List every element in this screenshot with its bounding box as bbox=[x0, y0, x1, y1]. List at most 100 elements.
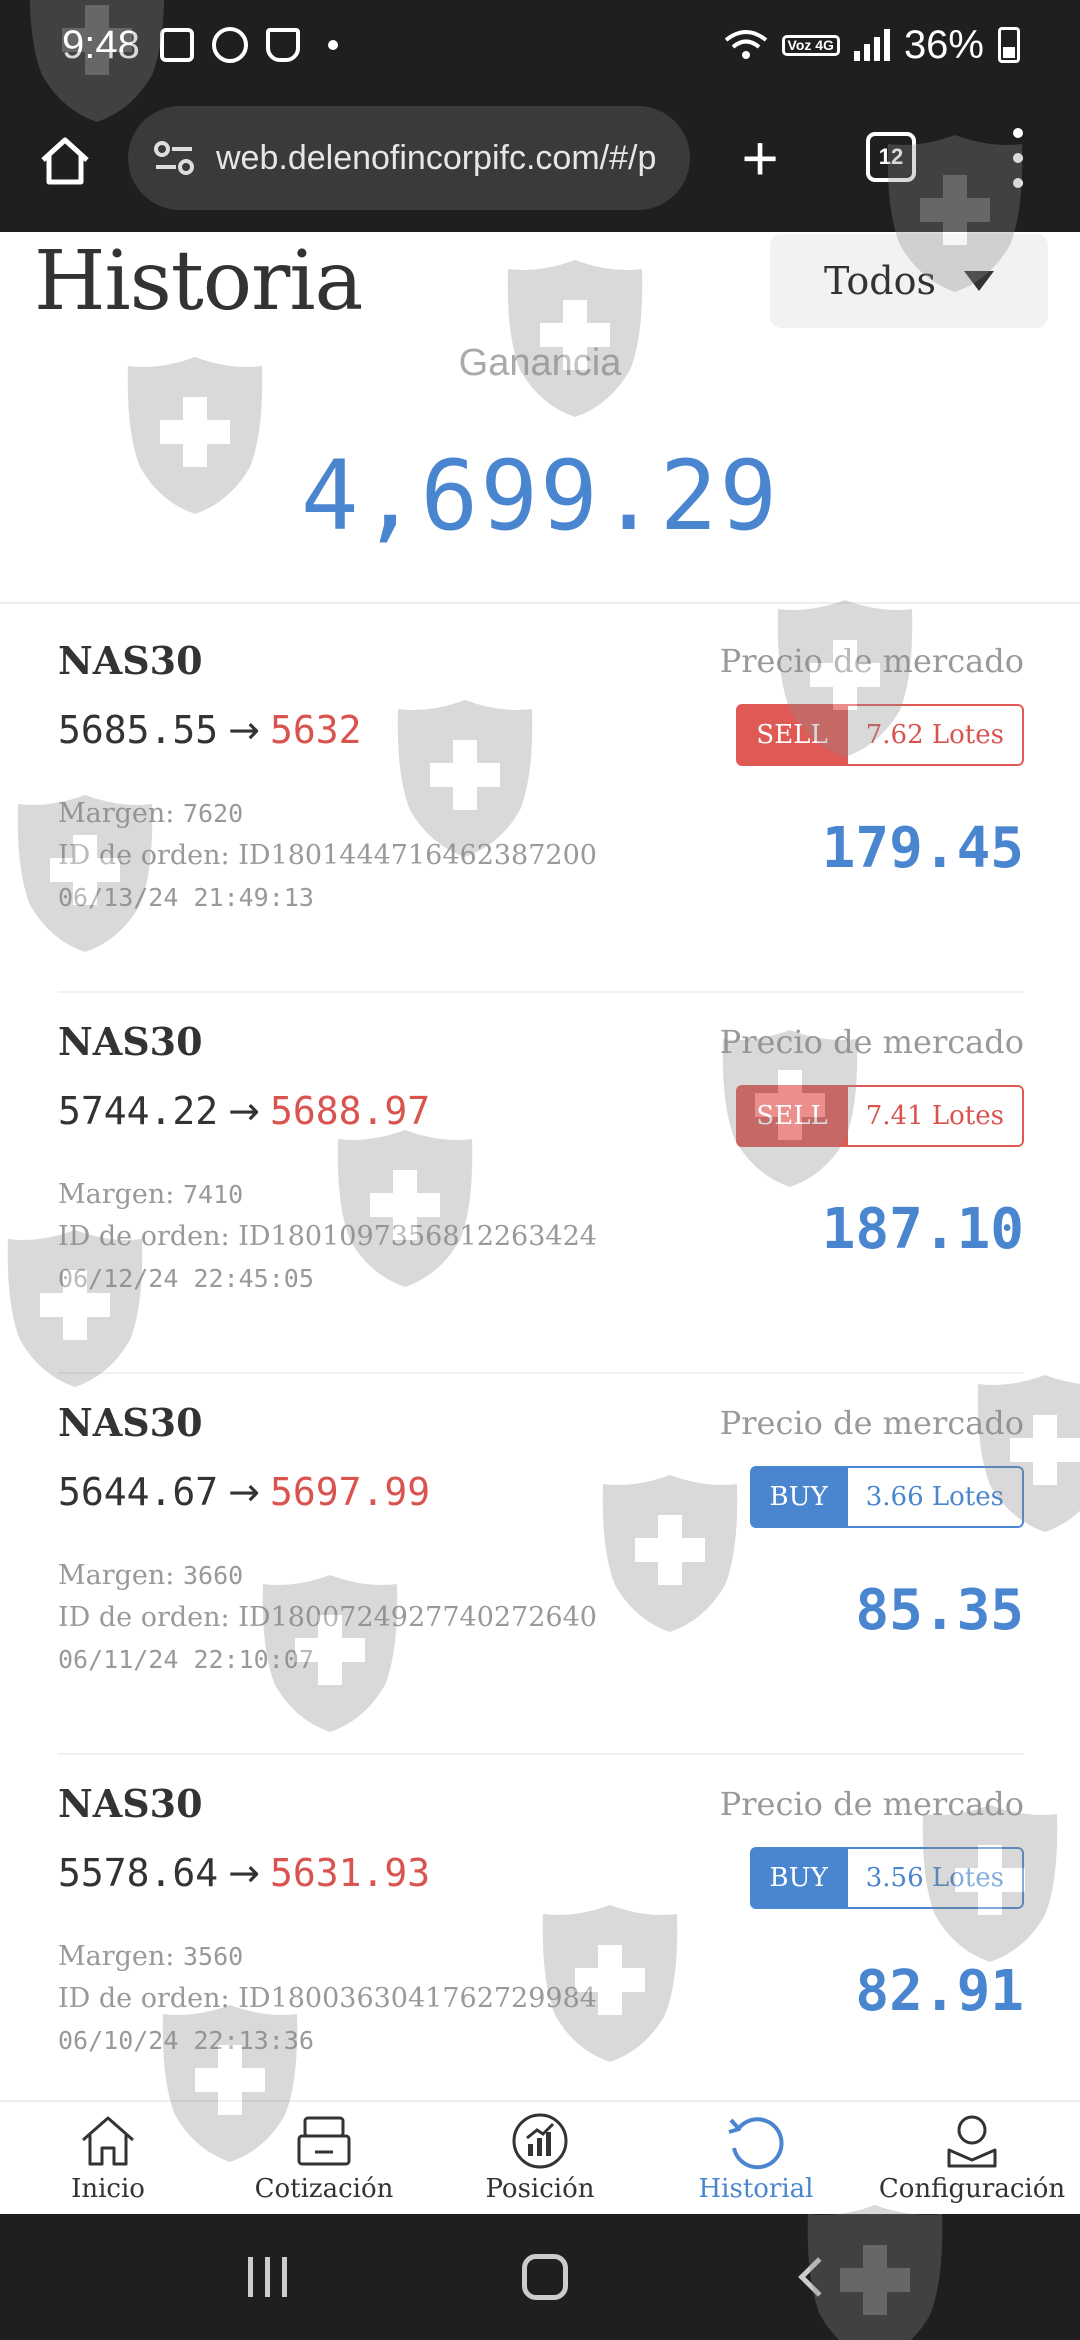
order-prices: 5685.55 → 5632 bbox=[58, 708, 362, 752]
open-price: 5744.22 bbox=[58, 1089, 219, 1133]
profit-label: Ganancia bbox=[458, 342, 622, 384]
site-settings-icon[interactable] bbox=[152, 138, 196, 178]
arrow-right-icon: → bbox=[228, 708, 260, 752]
order-card[interactable]: NAS30 Precio de mercado 5685.55 → 5632 SEL… bbox=[58, 612, 1024, 993]
side-label: SELL bbox=[736, 704, 848, 766]
system-nav-bar bbox=[0, 2214, 1080, 2340]
order-symbol: NAS30 bbox=[58, 1781, 203, 1826]
wifi-icon bbox=[724, 30, 767, 59]
order-symbol: NAS30 bbox=[58, 1019, 203, 1064]
order-id: ID1801097356812263424 bbox=[238, 1221, 597, 1252]
gallery-icon bbox=[159, 28, 194, 62]
margin-row: Margen: 3660 bbox=[58, 1560, 244, 1591]
order-pnl: 179.45 bbox=[821, 816, 1024, 881]
lots-label: 7.62 Lotes bbox=[847, 704, 1024, 766]
arrow-right-icon: → bbox=[228, 1470, 260, 1514]
bottom-nav: Inicio Cotización Posición Historial Con… bbox=[0, 2100, 1080, 2214]
order-datetime: 06/13/24 21:49:13 bbox=[58, 883, 314, 912]
order-type-label: Precio de mercado bbox=[719, 1785, 1024, 1823]
side-label: BUY bbox=[749, 1466, 848, 1528]
battery-percent: 36% bbox=[903, 22, 984, 67]
arrow-right-icon: → bbox=[228, 1851, 260, 1895]
order-card[interactable]: NAS30 Precio de mercado 5744.22 → 5688.97 … bbox=[58, 993, 1024, 1374]
order-prices: 5644.67 → 5697.99 bbox=[58, 1470, 430, 1514]
page-title: Historia bbox=[34, 234, 363, 329]
nav-item-posicion[interactable]: Posición bbox=[432, 2102, 648, 2214]
address-bar[interactable]: web.delenofincorpifc.com/#/p bbox=[128, 106, 690, 210]
caret-down-icon bbox=[963, 271, 994, 291]
battery-icon bbox=[998, 27, 1020, 63]
nav-label: Inicio bbox=[71, 2174, 145, 2204]
order-id-row: ID de orden: ID1800363041762729984 bbox=[58, 1983, 597, 2014]
home-icon bbox=[82, 2116, 134, 2166]
system-back-button[interactable] bbox=[798, 2257, 838, 2297]
order-id: ID1800724927740272640 bbox=[238, 1602, 597, 1633]
side-badge: SELL 7.62 Lotes bbox=[736, 704, 1024, 766]
tab-switcher-button[interactable]: 12 bbox=[866, 132, 916, 182]
order-type-label: Precio de mercado bbox=[719, 1023, 1024, 1061]
side-label: SELL bbox=[736, 1085, 848, 1147]
lots-label: 7.41 Lotes bbox=[847, 1085, 1024, 1147]
side-badge: BUY 3.66 Lotes bbox=[749, 1466, 1024, 1528]
notification-icons bbox=[159, 27, 338, 63]
lots-label: 3.66 Lotes bbox=[847, 1466, 1024, 1528]
nav-item-cotizacion[interactable]: Cotización bbox=[216, 2102, 432, 2214]
nav-label: Posición bbox=[485, 2174, 595, 2204]
status-time: 9:48 bbox=[62, 22, 140, 67]
order-id: ID1801444716462387200 bbox=[238, 840, 597, 871]
filter-dropdown[interactable]: Todos bbox=[770, 234, 1048, 328]
order-card[interactable]: NAS30 Precio de mercado 5578.64 → 5631.93 … bbox=[58, 1755, 1024, 2100]
new-tab-button[interactable]: + bbox=[730, 118, 790, 198]
lots-label: 3.56 Lotes bbox=[847, 1847, 1024, 1909]
order-pnl: 85.35 bbox=[855, 1578, 1024, 1643]
history-page: Historia Todos Ganancia 4,699.29 NAS30 P… bbox=[0, 232, 1080, 2100]
order-prices: 5578.64 → 5631.93 bbox=[58, 1851, 430, 1895]
order-datetime: 06/11/24 22:10:07 bbox=[58, 1645, 314, 1674]
open-price: 5578.64 bbox=[58, 1851, 219, 1895]
side-badge: SELL 7.41 Lotes bbox=[736, 1085, 1024, 1147]
order-symbol: NAS30 bbox=[58, 638, 203, 683]
register-icon bbox=[297, 2116, 351, 2166]
order-symbol: NAS30 bbox=[58, 1400, 203, 1445]
margin-row: Margen: 3560 bbox=[58, 1941, 244, 1972]
url-text[interactable]: web.delenofincorpifc.com/#/p bbox=[216, 139, 656, 178]
close-price: 5697.99 bbox=[270, 1470, 431, 1514]
order-type-label: Precio de mercado bbox=[719, 642, 1024, 680]
order-pnl: 187.10 bbox=[821, 1197, 1024, 1262]
recent-apps-button[interactable] bbox=[247, 2257, 287, 2297]
status-bar: 9:48 Voz 4G 36% bbox=[0, 0, 1080, 90]
margin-row: Margen: 7620 bbox=[58, 798, 244, 829]
order-id-row: ID de orden: ID1800724927740272640 bbox=[58, 1602, 597, 1633]
browser-menu-button[interactable] bbox=[1006, 128, 1030, 188]
nav-item-configuracion[interactable]: Configuración bbox=[864, 2102, 1080, 2214]
chart-icon bbox=[512, 2113, 568, 2169]
side-label: BUY bbox=[749, 1847, 848, 1909]
nav-label: Configuración bbox=[878, 2174, 1066, 2204]
order-card[interactable]: NAS30 Precio de mercado 5644.67 → 5697.99 … bbox=[58, 1374, 1024, 1755]
close-price: 5631.93 bbox=[270, 1851, 431, 1895]
signal-icon bbox=[853, 29, 890, 61]
close-price: 5632 bbox=[270, 708, 362, 752]
margin-value: 7620 bbox=[183, 799, 244, 828]
order-datetime: 06/12/24 22:45:05 bbox=[58, 1264, 314, 1293]
profit-total: 4,699.29 bbox=[300, 440, 780, 552]
shield-app-icon bbox=[265, 28, 300, 62]
order-datetime: 06/10/24 22:13:36 bbox=[58, 2026, 314, 2055]
nav-item-historial[interactable]: Historial bbox=[648, 2102, 864, 2214]
margin-value: 3660 bbox=[183, 1561, 244, 1590]
margin-row: Margen: 7410 bbox=[58, 1179, 244, 1210]
volte-icon: Voz 4G bbox=[781, 34, 840, 56]
nav-label: Historial bbox=[698, 2174, 814, 2204]
margin-value: 3560 bbox=[183, 1942, 244, 1971]
browser-home-button[interactable] bbox=[0, 90, 130, 232]
system-home-button[interactable] bbox=[522, 2254, 569, 2300]
nav-label: Cotización bbox=[254, 2174, 394, 2204]
open-price: 5644.67 bbox=[58, 1470, 219, 1514]
close-price: 5688.97 bbox=[270, 1089, 431, 1133]
order-id-row: ID de orden: ID1801097356812263424 bbox=[58, 1221, 597, 1252]
open-price: 5685.55 bbox=[58, 708, 219, 752]
browser-toolbar: web.delenofincorpifc.com/#/p + 12 bbox=[0, 90, 1080, 232]
order-id: ID1800363041762729984 bbox=[238, 1983, 597, 2014]
more-notifications-dot bbox=[327, 40, 338, 50]
nav-item-inicio[interactable]: Inicio bbox=[0, 2102, 216, 2214]
